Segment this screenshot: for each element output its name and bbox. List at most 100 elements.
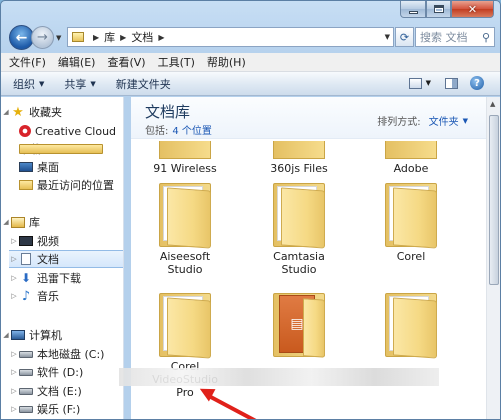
creative-cloud-icon [19,125,31,137]
recent-places-icon [19,180,33,190]
sidebar-item-label: 软件 (D:) [37,366,84,379]
maximize-button[interactable] [426,1,451,18]
sidebar-item-label: 文档 (E:) [37,385,82,398]
desktop-icon [19,162,33,172]
forward-button[interactable]: → [31,26,54,49]
breadcrumb-documents[interactable]: 文档 [131,29,153,45]
recent-pages-dropdown[interactable]: ▼ [56,34,61,42]
breadcrumb: ▶ 库 ▶ 文档 ▶ [88,29,169,45]
menu-help[interactable]: 帮助(H) [207,54,246,70]
breadcrumb-separator-icon[interactable]: ▶ [158,33,164,42]
collapse-icon[interactable]: ◢ [1,218,11,226]
minimize-button[interactable] [400,1,426,18]
breadcrumb-separator-icon[interactable]: ▶ [120,33,126,42]
videos-icon [19,236,33,246]
search-placeholder: 搜索 文档 [420,31,468,44]
hard-drive-icon [19,368,33,376]
sidebar-libraries[interactable]: ◢ 库 [1,213,40,231]
maximize-icon [433,5,444,13]
folder-icon [385,141,437,159]
breadcrumb-separator-icon[interactable]: ▶ [93,33,99,42]
sidebar-item-drive-f[interactable]: ▷ 娱乐 (F:) [9,400,80,418]
folder-item[interactable]: ▤ [257,293,341,360]
chevron-down-icon: ▼ [39,79,45,88]
sidebar-item-label: 本地磁盘 (C:) [37,348,105,361]
expand-icon[interactable]: ▷ [9,292,19,300]
menu-view[interactable]: 查看(V) [107,54,145,70]
menu-file[interactable]: 文件(F) [9,54,46,70]
expand-icon[interactable]: ▷ [9,405,19,413]
folder-item[interactable]: Camtasia Studio [257,183,341,276]
sidebar-computer[interactable]: ◢ 计算机 [1,326,62,344]
search-icon[interactable]: ⚲ [482,31,490,44]
breadcrumb-library[interactable]: 库 [104,29,115,45]
music-note-icon: ♪ [21,288,31,304]
expand-icon[interactable]: ▷ [9,237,19,245]
folder-label: Aiseesoft Studio [159,250,211,276]
sidebar-item-documents[interactable]: ▷ 文档 [9,250,123,268]
libraries-icon [11,216,25,228]
address-history-dropdown-icon[interactable]: ▼ [385,33,390,41]
sidebar-item-creative-cloud[interactable]: Creative Cloud [19,122,116,140]
view-options-dropdown-icon[interactable]: ▼ [426,79,431,87]
scrollbar-thumb[interactable] [489,115,499,285]
folder-icon [159,293,211,359]
menu-tools[interactable]: 工具(T) [158,54,195,70]
new-folder-button[interactable]: 新建文件夹 [116,76,171,92]
chevron-down-icon: ▼ [90,79,96,88]
sidebar-item-drive-c[interactable]: ▷ 本地磁盘 (C:) [9,345,104,363]
sidebar-item-label: 桌面 [37,161,59,174]
library-title: 文档库 [145,103,191,121]
sidebar-item-drive-e[interactable]: ▷ 文档 (E:) [9,382,82,400]
sidebar-item-videos[interactable]: ▷ 视频 [9,232,59,250]
sidebar-item-drive-d[interactable]: ▷ 软件 (D:) [9,363,83,381]
expand-icon[interactable]: ▷ [9,350,19,358]
expand-icon[interactable]: ▷ [9,387,19,395]
explorer-window: ✕ ← → ▼ ▶ 库 ▶ 文档 ▶ ▼ ⟳ 搜索 文档 ⚲ 文件(F) 编辑(… [0,0,501,420]
sidebar-item-music[interactable]: ▷ ♪ 音乐 [9,287,59,305]
address-bar[interactable]: ▶ 库 ▶ 文档 ▶ ▼ [67,27,394,47]
sidebar-item-desktop[interactable]: 桌面 [19,158,59,176]
sidebar-favorites[interactable]: ◢ ★ 收藏夹 [1,103,62,121]
computer-icon [11,330,25,340]
sidebar-item-label: 迅雷下载 [37,272,81,285]
change-view-icon[interactable] [408,77,422,89]
collapse-icon[interactable]: ◢ [1,108,11,116]
includes-locations-link[interactable]: 4 个位置 [172,126,212,137]
sidebar-item-thunder-downloads[interactable]: ▷ ⬇ 迅雷下载 [9,269,81,287]
view-controls: ▼ ? [408,76,484,90]
menu-edit[interactable]: 编辑(E) [58,54,96,70]
refresh-button[interactable]: ⟳ [395,27,414,47]
folder-item[interactable] [369,293,453,360]
share-button[interactable]: 共享 ▼ [64,76,95,92]
forward-arrow-icon: → [37,30,48,45]
organize-button[interactable]: 组织 ▼ [13,76,44,92]
arrange-by-dropdown[interactable]: 文件夹 [429,113,459,128]
close-button[interactable]: ✕ [451,1,494,18]
expand-icon[interactable]: ▷ [9,274,19,282]
includes-label: 包括: [145,126,169,137]
preview-pane-icon[interactable] [445,77,458,89]
folder-item[interactable]: Adobe [369,141,453,175]
search-input[interactable]: 搜索 文档 ⚲ [415,27,495,47]
library-header: 文档库 包括: 4 个位置 排列方式: 文件夹 ▼ [131,97,488,139]
expand-icon[interactable]: ▷ [9,368,19,376]
vertical-scrollbar[interactable]: ▲ [486,97,500,419]
chevron-down-icon[interactable]: ▼ [463,117,468,125]
folder-item[interactable]: Corel [369,183,453,263]
folder-item[interactable]: 91 Wireless [143,141,227,175]
hard-drive-icon [19,387,33,395]
downloads-folder-icon [19,144,103,154]
sidebar-item-downloads[interactable]: 下载 [19,140,103,158]
minimize-icon [408,10,418,14]
scroll-up-icon[interactable]: ▲ [490,100,495,108]
folder-icon [385,183,437,249]
folder-label: Adobe [393,162,429,175]
folder-item[interactable]: 360js Files [257,141,341,175]
folder-item[interactable]: Aiseesoft Studio [143,183,227,276]
sidebar-item-recent-places[interactable]: 最近访问的位置 [19,176,114,194]
help-icon[interactable]: ? [470,76,484,90]
collapse-icon[interactable]: ◢ [1,331,11,339]
arrange-label: 排列方式: [377,117,421,128]
expand-icon[interactable]: ▷ [9,255,19,263]
